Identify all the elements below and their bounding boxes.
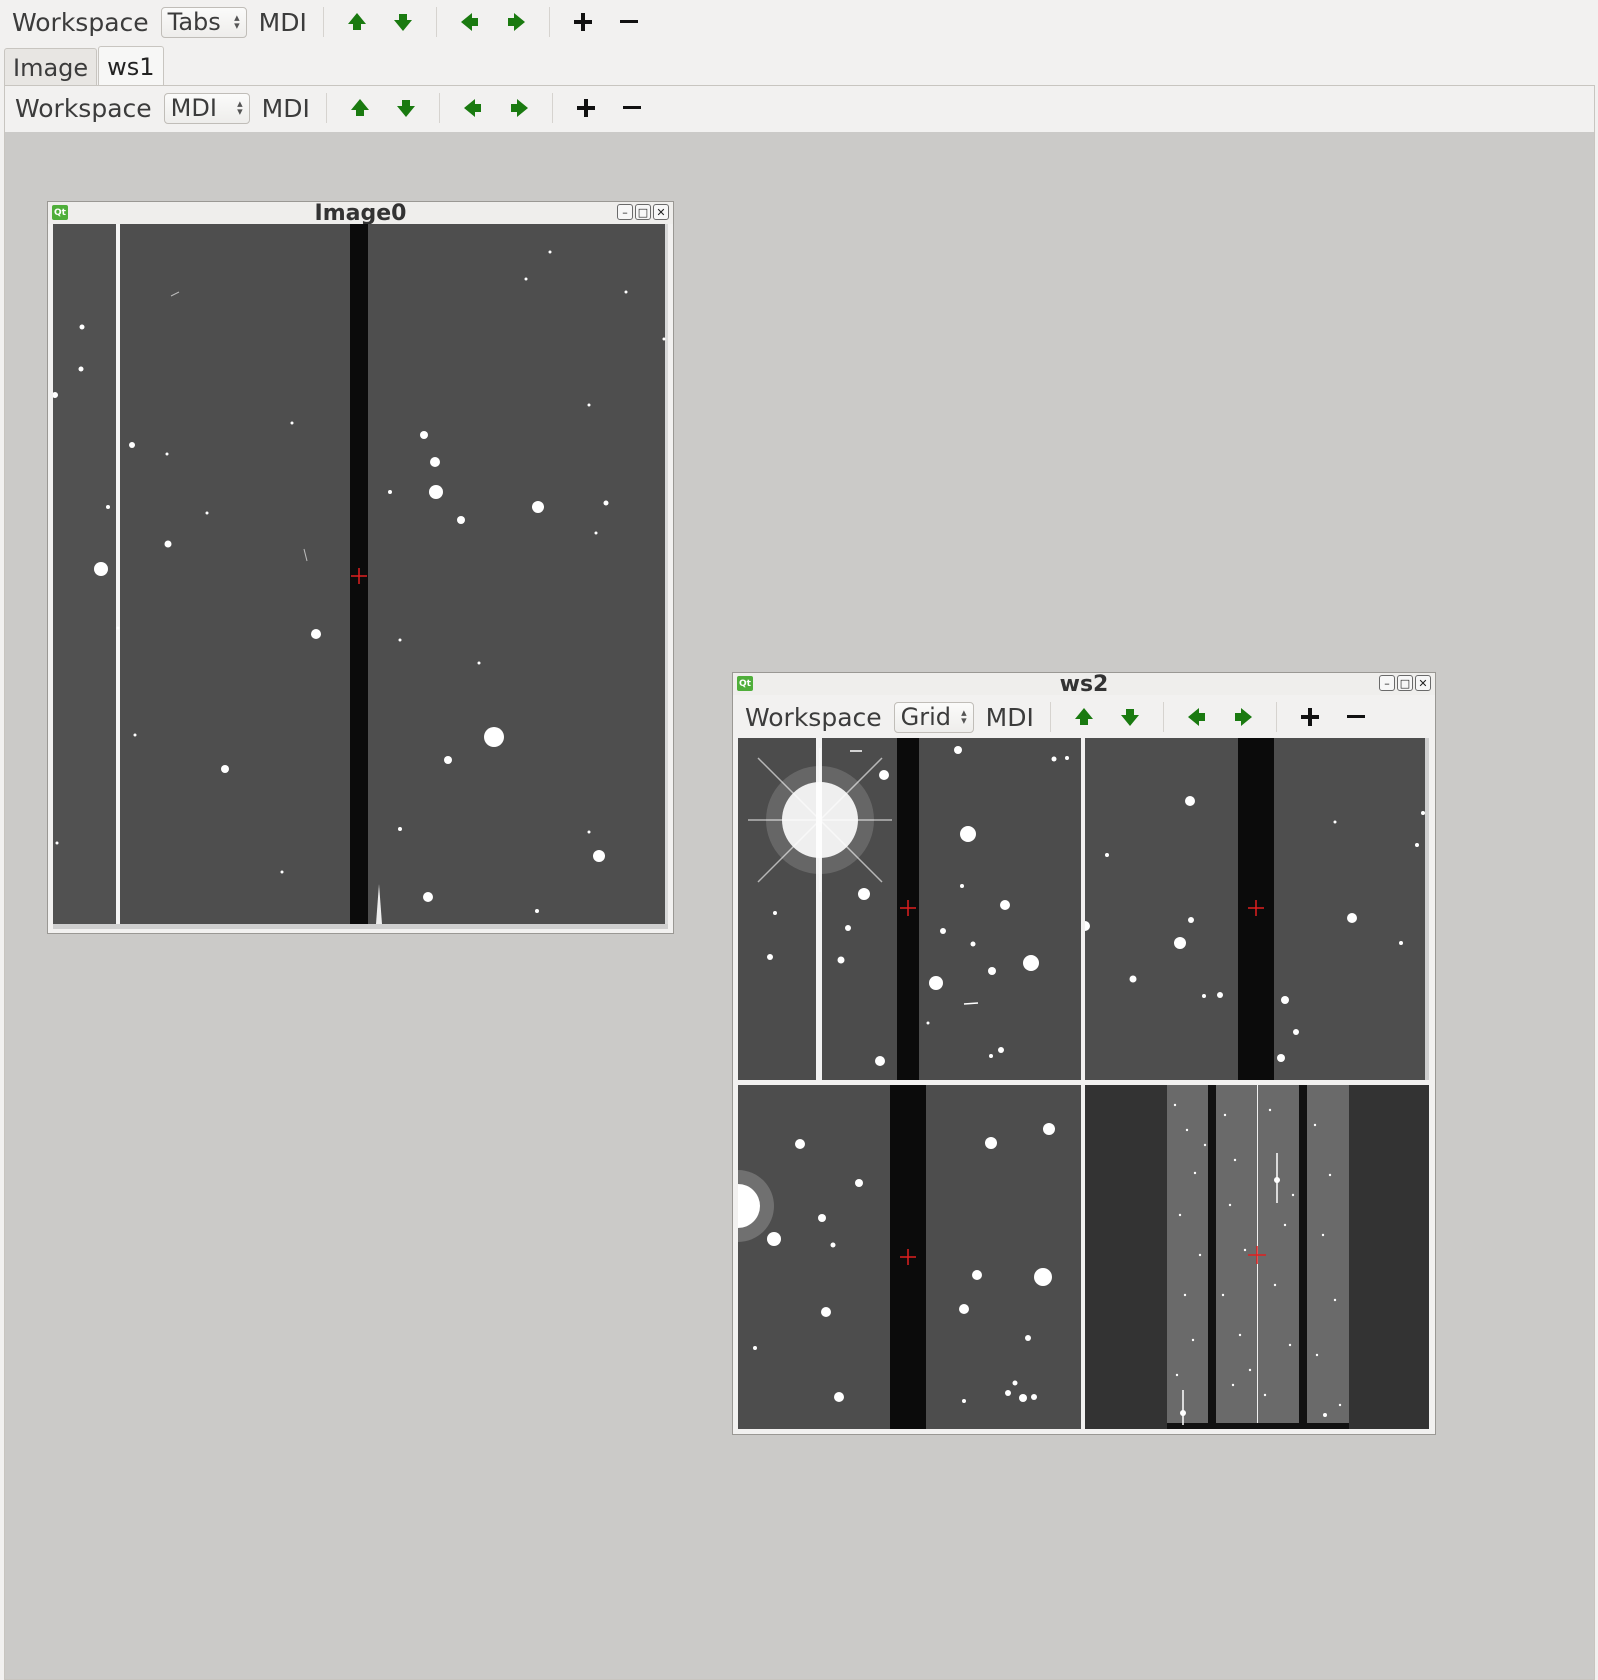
mdi-label: MDI [258,7,307,37]
image0-view[interactable] [53,224,668,929]
toolbar-separator [435,7,437,37]
grid3-sky-image [738,1085,1081,1429]
move-down-button[interactable] [380,2,426,42]
mdi-label: MDI [985,702,1034,732]
grid1-sky-image [738,738,1081,1080]
ws1-mode-combo[interactable]: MDI ▴ ▾ [163,92,250,124]
ws2-title: ws2 [1059,672,1109,697]
minus-icon [619,20,638,23]
workspace-mode-combo[interactable]: Tabs ▴ ▾ [160,6,247,38]
maximize-icon[interactable]: □ [1397,675,1413,691]
combo-spin-icon: ▴ ▾ [234,11,240,32]
move-right-button[interactable] [493,2,539,42]
toolbar-separator [322,7,324,37]
move-right-button[interactable] [496,88,542,128]
plus-icon [576,99,595,117]
green-up-arrow-icon [347,13,366,30]
close-icon[interactable]: ✕ [653,204,669,220]
toolbar-separator [1162,702,1164,732]
main-workspace-toolbar: Workspace Tabs ▴ ▾ MDI [6,0,652,44]
move-up-button[interactable] [337,88,383,128]
toolbar-separator [548,7,550,37]
toolbar-separator [1275,702,1277,732]
add-button[interactable] [1287,697,1333,737]
move-left-button[interactable] [1174,697,1220,737]
move-down-button[interactable] [383,88,429,128]
toolbar-separator [551,93,553,123]
image0-titlebar[interactable]: Qt Image0 – □ ✕ [48,201,673,226]
combo-spin-icon: ▴ ▾ [961,706,967,727]
workspace-label: Workspace [15,93,152,123]
remove-button[interactable] [606,2,652,42]
ws2-mode-combo[interactable]: Grid ▴ ▾ [893,701,974,733]
mdi-area: Qt Image0 – □ ✕ Qt ws2 – □ ✕ Workspace G… [5,132,1594,1679]
toolbar-separator [438,93,440,123]
green-right-arrow-icon [1234,708,1252,726]
combo-spin-icon: ▴ ▾ [237,97,243,118]
maximize-icon[interactable]: □ [635,204,651,220]
mdi-label: MDI [261,93,310,123]
green-down-arrow-icon [396,100,415,117]
move-right-button[interactable] [1220,697,1266,737]
green-left-arrow-icon [463,99,481,117]
plus-icon [573,13,592,31]
ws2-subwindow[interactable]: Qt ws2 – □ ✕ Workspace Grid ▴ ▾ MDI [732,672,1436,1435]
move-down-button[interactable] [1107,697,1153,737]
window-controls: – □ ✕ [1379,675,1431,691]
minus-icon [622,106,641,109]
move-up-button[interactable] [1061,697,1107,737]
toolbar-separator [1049,702,1051,732]
green-left-arrow-icon [1187,708,1205,726]
ws1-tab-panel: Workspace MDI ▴ ▾ MDI Qt Image0 – □ ✕ Qt… [4,85,1595,1680]
image0-title: Image0 [314,201,407,226]
green-up-arrow-icon [350,99,369,116]
green-left-arrow-icon [460,13,478,31]
green-down-arrow-icon [1120,709,1139,726]
ws1-mode-value: MDI [170,94,217,122]
move-left-button[interactable] [450,88,496,128]
green-up-arrow-icon [1074,708,1093,725]
ws2-titlebar[interactable]: Qt ws2 – □ ✕ [733,672,1435,697]
ws2-toolbar: Workspace Grid ▴ ▾ MDI [739,695,1379,739]
tab-image[interactable]: Image [4,48,98,86]
ws2-grid-view-2[interactable] [1085,738,1429,1080]
remove-button[interactable] [609,88,655,128]
ws2-grid-view-4[interactable] [1085,1085,1429,1429]
ws2-grid-view-1[interactable] [738,738,1081,1080]
move-left-button[interactable] [447,2,493,42]
move-up-button[interactable] [334,2,380,42]
plus-icon [1300,708,1319,726]
workspace-label: Workspace [745,702,882,732]
add-button[interactable] [563,88,609,128]
close-icon[interactable]: ✕ [1415,675,1431,691]
green-right-arrow-icon [507,13,525,31]
window-controls: – □ ✕ [617,204,669,220]
workspace-tabs: Image ws1 [4,46,165,86]
workspace-label: Workspace [12,7,149,37]
grid2-sky-image [1085,738,1429,1080]
add-button[interactable] [560,2,606,42]
green-down-arrow-icon [393,14,412,31]
tab-ws1[interactable]: ws1 [98,46,164,86]
workspace-mode-value: Tabs [167,8,221,36]
ws2-grid-view-3[interactable] [738,1085,1081,1429]
minus-icon [1346,715,1365,718]
green-right-arrow-icon [510,99,528,117]
ws2-mode-value: Grid [900,703,952,731]
image0-sky-image [53,224,668,929]
minimize-icon[interactable]: – [1379,675,1395,691]
image0-subwindow[interactable]: Qt Image0 – □ ✕ [47,201,674,934]
toolbar-separator [325,93,327,123]
minimize-icon[interactable]: – [617,204,633,220]
ws1-toolbar: Workspace MDI ▴ ▾ MDI [9,86,655,130]
remove-button[interactable] [1333,697,1379,737]
grid4-sky-mosaic [1085,1085,1429,1429]
